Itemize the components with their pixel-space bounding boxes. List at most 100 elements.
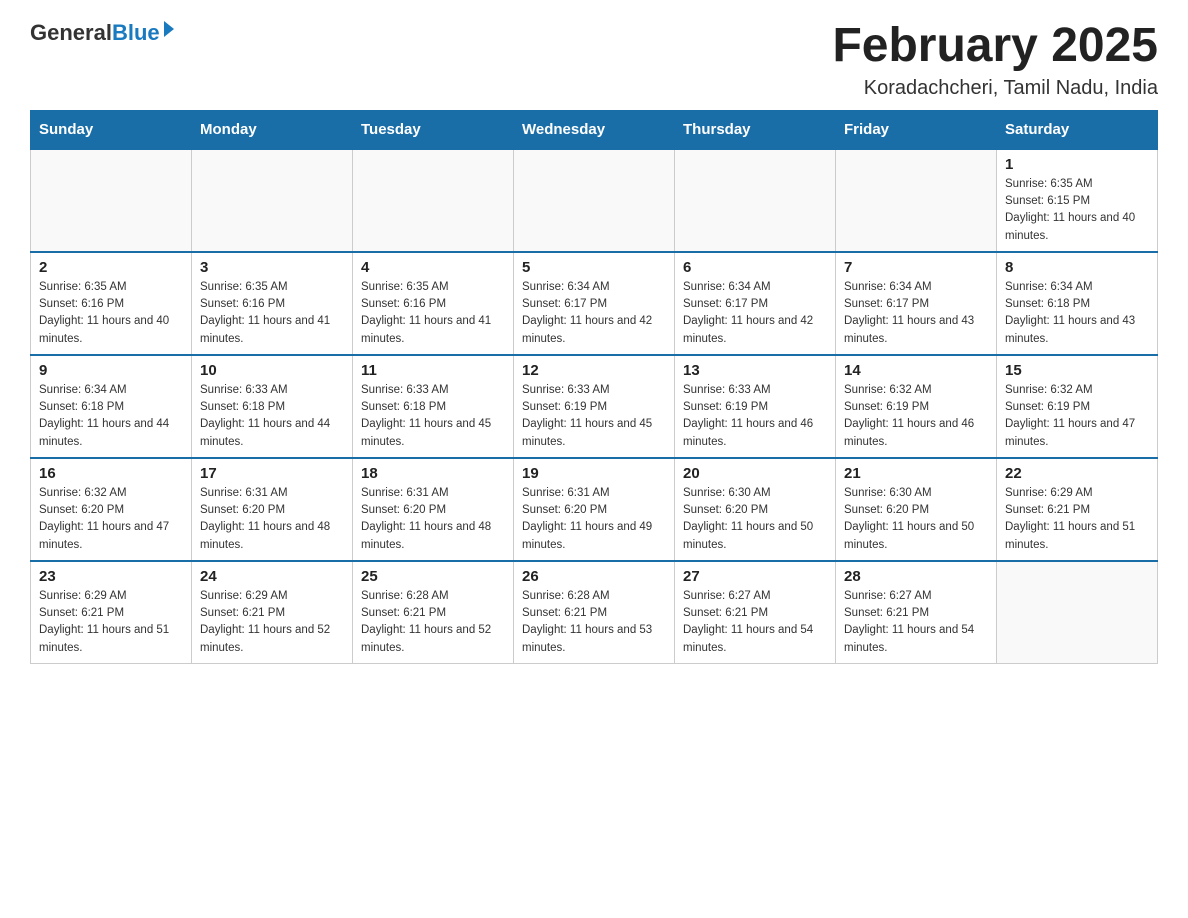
day-info: Sunrise: 6:28 AMSunset: 6:21 PMDaylight:… bbox=[522, 588, 666, 657]
logo: GeneralBlue bbox=[30, 20, 174, 46]
calendar-cell: 1 Sunrise: 6:35 AMSunset: 6:15 PMDaylight… bbox=[997, 149, 1158, 252]
title-block: February 2025 Koradachcheri, Tamil Nadu,… bbox=[832, 20, 1158, 100]
calendar-week-row: 1 Sunrise: 6:35 AMSunset: 6:15 PMDaylight… bbox=[31, 149, 1158, 252]
day-info: Sunrise: 6:35 AMSunset: 6:16 PMDaylight:… bbox=[361, 279, 505, 348]
day-number: 26 bbox=[522, 568, 666, 585]
calendar-cell: 6 Sunrise: 6:34 AMSunset: 6:17 PMDaylight… bbox=[675, 252, 836, 355]
day-info: Sunrise: 6:31 AMSunset: 6:20 PMDaylight:… bbox=[361, 485, 505, 554]
calendar-cell: 23Sunrise: 6:29 AMSunset: 6:21 PMDayligh… bbox=[31, 561, 192, 664]
month-year-title: February 2025 bbox=[832, 20, 1158, 73]
day-number: 4 bbox=[361, 259, 505, 276]
calendar-cell: 20 Sunrise: 6:30 AMSunset: 6:20 PMDayligh… bbox=[675, 458, 836, 561]
day-info: Sunrise: 6:34 AMSunset: 6:18 PMDaylight:… bbox=[39, 382, 183, 451]
day-number: 3 bbox=[200, 259, 344, 276]
day-info: Sunrise: 6:33 AMSunset: 6:19 PMDaylight:… bbox=[522, 382, 666, 451]
day-number: 10 bbox=[200, 362, 344, 379]
day-info: Sunrise: 6:32 AMSunset: 6:19 PMDaylight:… bbox=[1005, 382, 1149, 451]
logo-blue: Blue bbox=[112, 20, 160, 45]
calendar-cell bbox=[192, 149, 353, 252]
calendar-cell: 27 Sunrise: 6:27 AMSunset: 6:21 PMDayligh… bbox=[675, 561, 836, 664]
day-info: Sunrise: 6:35 AMSunset: 6:16 PMDaylight:… bbox=[39, 279, 183, 348]
calendar-body: 1 Sunrise: 6:35 AMSunset: 6:15 PMDaylight… bbox=[31, 149, 1158, 664]
calendar-week-row: 16 Sunrise: 6:32 AMSunset: 6:20 PMDayligh… bbox=[31, 458, 1158, 561]
calendar-cell: 4 Sunrise: 6:35 AMSunset: 6:16 PMDaylight… bbox=[353, 252, 514, 355]
day-info: Sunrise: 6:29 AMSunset: 6:21 PMDaylight:… bbox=[200, 588, 344, 657]
calendar-cell: 5 Sunrise: 6:34 AMSunset: 6:17 PMDaylight… bbox=[514, 252, 675, 355]
day-info: Sunrise: 6:30 AMSunset: 6:20 PMDaylight:… bbox=[683, 485, 827, 554]
day-number: 22 bbox=[1005, 465, 1149, 482]
day-number: 15 bbox=[1005, 362, 1149, 379]
day-number: 6 bbox=[683, 259, 827, 276]
day-info: Sunrise: 6:27 AMSunset: 6:21 PMDaylight:… bbox=[683, 588, 827, 657]
day-number: 23 bbox=[39, 568, 183, 585]
calendar-cell: 19 Sunrise: 6:31 AMSunset: 6:20 PMDayligh… bbox=[514, 458, 675, 561]
calendar-cell: 25 Sunrise: 6:28 AMSunset: 6:21 PMDayligh… bbox=[353, 561, 514, 664]
day-number: 27 bbox=[683, 568, 827, 585]
calendar-cell: 9 Sunrise: 6:34 AMSunset: 6:18 PMDaylight… bbox=[31, 355, 192, 458]
calendar-week-row: 2 Sunrise: 6:35 AMSunset: 6:16 PMDaylight… bbox=[31, 252, 1158, 355]
day-info: Sunrise: 6:27 AMSunset: 6:21 PMDaylight:… bbox=[844, 588, 988, 657]
calendar-cell: 16 Sunrise: 6:32 AMSunset: 6:20 PMDayligh… bbox=[31, 458, 192, 561]
weekday-header-thursday: Thursday bbox=[675, 110, 836, 149]
logo-general: General bbox=[30, 20, 112, 45]
day-number: 25 bbox=[361, 568, 505, 585]
day-number: 19 bbox=[522, 465, 666, 482]
weekday-header-sunday: Sunday bbox=[31, 110, 192, 149]
day-number: 24 bbox=[200, 568, 344, 585]
day-number: 2 bbox=[39, 259, 183, 276]
weekday-header-friday: Friday bbox=[836, 110, 997, 149]
weekday-header-tuesday: Tuesday bbox=[353, 110, 514, 149]
weekday-header-saturday: Saturday bbox=[997, 110, 1158, 149]
calendar-header: SundayMondayTuesdayWednesdayThursdayFrid… bbox=[31, 110, 1158, 149]
day-info: Sunrise: 6:32 AMSunset: 6:20 PMDaylight:… bbox=[39, 485, 183, 554]
day-info: Sunrise: 6:33 AMSunset: 6:18 PMDaylight:… bbox=[361, 382, 505, 451]
day-info: Sunrise: 6:35 AMSunset: 6:15 PMDaylight:… bbox=[1005, 176, 1149, 245]
calendar-cell: 10Sunrise: 6:33 AMSunset: 6:18 PMDayligh… bbox=[192, 355, 353, 458]
day-info: Sunrise: 6:31 AMSunset: 6:20 PMDaylight:… bbox=[522, 485, 666, 554]
calendar-table: SundayMondayTuesdayWednesdayThursdayFrid… bbox=[30, 110, 1158, 664]
calendar-cell: 7Sunrise: 6:34 AMSunset: 6:17 PMDaylight… bbox=[836, 252, 997, 355]
calendar-week-row: 9 Sunrise: 6:34 AMSunset: 6:18 PMDaylight… bbox=[31, 355, 1158, 458]
day-info: Sunrise: 6:30 AMSunset: 6:20 PMDaylight:… bbox=[844, 485, 988, 554]
day-number: 14 bbox=[844, 362, 988, 379]
day-number: 20 bbox=[683, 465, 827, 482]
calendar-cell: 22 Sunrise: 6:29 AMSunset: 6:21 PMDayligh… bbox=[997, 458, 1158, 561]
calendar-cell: 12Sunrise: 6:33 AMSunset: 6:19 PMDayligh… bbox=[514, 355, 675, 458]
calendar-cell: 11 Sunrise: 6:33 AMSunset: 6:18 PMDayligh… bbox=[353, 355, 514, 458]
calendar-cell bbox=[997, 561, 1158, 664]
calendar-cell: 13Sunrise: 6:33 AMSunset: 6:19 PMDayligh… bbox=[675, 355, 836, 458]
calendar-cell: 2 Sunrise: 6:35 AMSunset: 6:16 PMDaylight… bbox=[31, 252, 192, 355]
day-info: Sunrise: 6:33 AMSunset: 6:19 PMDaylight:… bbox=[683, 382, 827, 451]
day-info: Sunrise: 6:34 AMSunset: 6:17 PMDaylight:… bbox=[522, 279, 666, 348]
weekday-header-monday: Monday bbox=[192, 110, 353, 149]
calendar-week-row: 23 Sunrise: 6:29 AMSunset: 6:21 PMDayligh… bbox=[31, 561, 1158, 664]
day-info: Sunrise: 6:28 AMSunset: 6:21 PMDaylight:… bbox=[361, 588, 505, 657]
day-number: 5 bbox=[522, 259, 666, 276]
calendar-cell bbox=[31, 149, 192, 252]
calendar-cell bbox=[836, 149, 997, 252]
calendar-cell: 24 Sunrise: 6:29 AMSunset: 6:21 PMDayligh… bbox=[192, 561, 353, 664]
day-number: 1 bbox=[1005, 156, 1149, 173]
day-number: 9 bbox=[39, 362, 183, 379]
calendar-cell: 26 Sunrise: 6:28 AMSunset: 6:21 PMDayligh… bbox=[514, 561, 675, 664]
calendar-cell bbox=[675, 149, 836, 252]
calendar-cell bbox=[353, 149, 514, 252]
day-info: Sunrise: 6:29 AMSunset: 6:21 PMDaylight:… bbox=[1005, 485, 1149, 554]
day-number: 8 bbox=[1005, 259, 1149, 276]
calendar-cell: 15 Sunrise: 6:32 AMSunset: 6:19 PMDayligh… bbox=[997, 355, 1158, 458]
day-number: 17 bbox=[200, 465, 344, 482]
calendar-cell: 18 Sunrise: 6:31 AMSunset: 6:20 PMDayligh… bbox=[353, 458, 514, 561]
day-number: 16 bbox=[39, 465, 183, 482]
day-info: Sunrise: 6:31 AMSunset: 6:20 PMDaylight:… bbox=[200, 485, 344, 554]
calendar-cell: 8Sunrise: 6:34 AMSunset: 6:18 PMDaylight… bbox=[997, 252, 1158, 355]
page-header: GeneralBlue February 2025 Koradachcheri,… bbox=[30, 20, 1158, 100]
day-number: 7 bbox=[844, 259, 988, 276]
day-number: 18 bbox=[361, 465, 505, 482]
day-info: Sunrise: 6:35 AMSunset: 6:16 PMDaylight:… bbox=[200, 279, 344, 348]
day-number: 11 bbox=[361, 362, 505, 379]
day-number: 28 bbox=[844, 568, 988, 585]
day-info: Sunrise: 6:34 AMSunset: 6:17 PMDaylight:… bbox=[683, 279, 827, 348]
weekday-header-row: SundayMondayTuesdayWednesdayThursdayFrid… bbox=[31, 110, 1158, 149]
logo-arrow-icon bbox=[164, 21, 174, 37]
calendar-cell: 14Sunrise: 6:32 AMSunset: 6:19 PMDayligh… bbox=[836, 355, 997, 458]
